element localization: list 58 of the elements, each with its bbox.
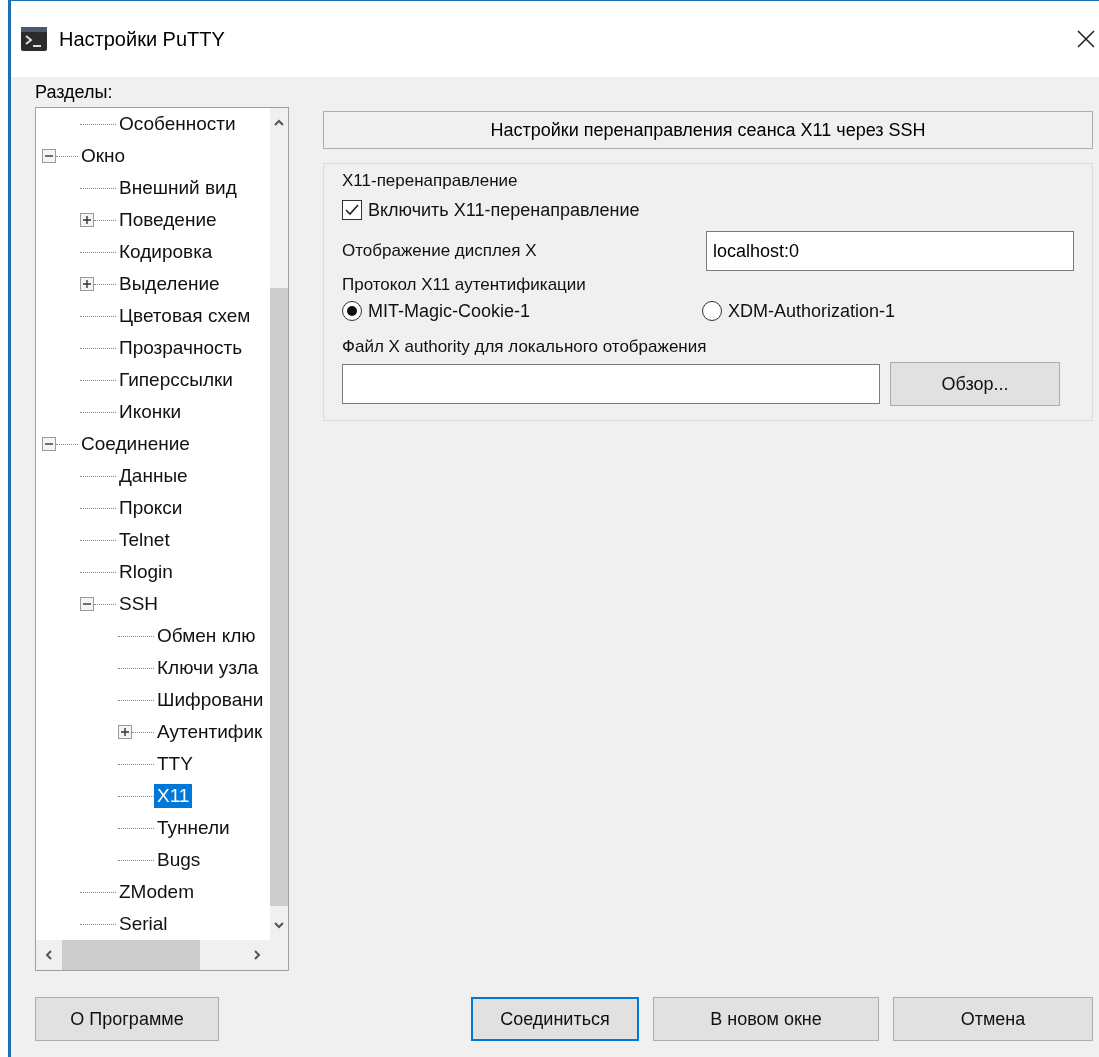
tree-item[interactable]: Прокси: [116, 496, 186, 520]
dialog-button[interactable]: Отмена: [893, 997, 1093, 1041]
scroll-thumb[interactable]: [62, 940, 200, 970]
input-field[interactable]: [342, 364, 880, 404]
tree-item[interactable]: Окно: [78, 144, 129, 168]
radio-button[interactable]: [342, 301, 362, 321]
dialog-button[interactable]: Соединиться: [471, 997, 639, 1041]
tree-item[interactable]: Шифровани: [154, 688, 267, 712]
tree-item[interactable]: Цветовая схем: [116, 304, 254, 328]
tree-item[interactable]: Аутентифик: [154, 720, 266, 744]
tree-item[interactable]: Прозрачность: [116, 336, 246, 360]
tree-item[interactable]: Данные: [116, 464, 191, 488]
browse-button[interactable]: Обзор...: [890, 362, 1060, 406]
checkbox[interactable]: [342, 200, 362, 220]
tree-item[interactable]: Кодировка: [116, 240, 216, 264]
tree-item[interactable]: Обмен клю: [154, 624, 259, 648]
tree-item[interactable]: ZModem: [116, 880, 197, 904]
field-label: Протокол X11 аутентификации: [342, 274, 587, 296]
tree-item[interactable]: Иконки: [116, 400, 185, 424]
collapse-icon[interactable]: [80, 597, 94, 611]
field-label: Файл X authority для локального отображения: [342, 336, 708, 358]
radio-label[interactable]: MIT-Magic-Cookie-1: [368, 300, 531, 322]
tree-item[interactable]: TTY: [154, 752, 196, 776]
expand-icon[interactable]: [80, 213, 94, 227]
tree-item[interactable]: Поведение: [116, 208, 220, 232]
collapse-icon[interactable]: [42, 437, 56, 451]
tree-item[interactable]: Telnet: [116, 528, 173, 552]
vertical-scrollbar[interactable]: [270, 108, 288, 940]
window-title: Настройки PuTTY: [59, 27, 226, 51]
tree-item[interactable]: Serial: [116, 912, 171, 936]
group-legend: X11-перенаправление: [342, 170, 1074, 192]
close-icon[interactable]: [1077, 30, 1095, 48]
tree-item[interactable]: Внешний вид: [116, 176, 240, 200]
terminal-icon: [21, 27, 47, 51]
scroll-thumb[interactable]: [270, 288, 288, 906]
collapse-icon[interactable]: [42, 149, 56, 163]
tree-item[interactable]: Rlogin: [116, 560, 176, 584]
horizontal-scrollbar[interactable]: [36, 940, 270, 970]
tree-item[interactable]: Соединение: [78, 432, 193, 456]
tree-label: Разделы:: [35, 81, 114, 104]
dialog-button[interactable]: В новом окне: [653, 997, 879, 1041]
tree-item[interactable]: Выделение: [116, 272, 223, 296]
field-label: Отображение дисплея X: [342, 240, 537, 262]
expand-icon[interactable]: [80, 277, 94, 291]
tree-item[interactable]: Bugs: [154, 848, 204, 872]
tree-item[interactable]: Особенности: [116, 112, 239, 136]
tree-item[interactable]: SSH: [116, 592, 162, 616]
tree-item[interactable]: X11: [154, 784, 193, 808]
panel-header: Настройки перенаправления сеанса X11 через SSH: [323, 111, 1093, 149]
input-field[interactable]: localhost:0: [706, 231, 1074, 271]
expand-icon[interactable]: [118, 725, 132, 739]
about-button[interactable]: О Программе: [35, 997, 219, 1041]
tree-item[interactable]: Туннели: [154, 816, 233, 840]
checkbox-label[interactable]: Включить X11-перенаправление: [368, 199, 640, 221]
radio-button[interactable]: [702, 301, 722, 321]
radio-label[interactable]: XDM-Authorization-1: [728, 300, 896, 322]
tree-item[interactable]: Ключи узла: [154, 656, 262, 680]
tree-item[interactable]: Гиперссылки: [116, 368, 236, 392]
